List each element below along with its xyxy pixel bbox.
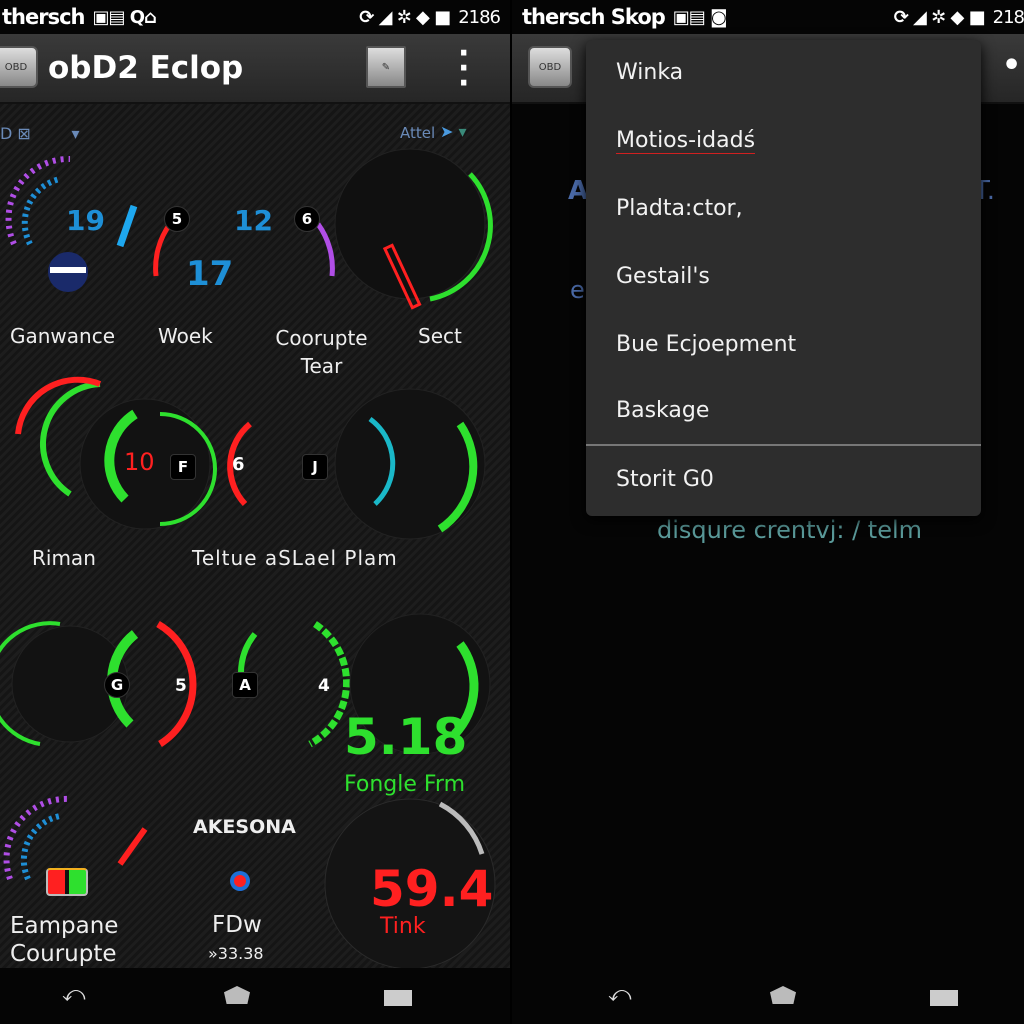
background-text: e <box>570 276 585 304</box>
gauge-arc <box>5 155 71 246</box>
status-bar-right: thersch Skop ▣▤ ◙ ⟳ ◢ ✲ ◆ ■ 218 <box>512 0 1024 34</box>
app-title: obD2 Eclop <box>48 50 244 86</box>
dashboard-panel: D ⊠ ▾ Attel ➤ ▾ 19 5 12 6 17 Ganwance Wo… <box>0 104 510 970</box>
signal-icons: ⟳ ◢ ✲ ◆ ■ <box>359 6 451 28</box>
notification-icons: ▣▤ ◙ <box>672 6 728 28</box>
gauge-value: 5 <box>164 206 190 232</box>
gauge-dial <box>334 388 486 540</box>
gauge-value: 4 <box>318 676 330 696</box>
gauge-label: Sect <box>418 324 462 348</box>
gear-indicator-icon: G <box>104 672 130 698</box>
gauge-arc <box>153 222 173 277</box>
nav-bar-left: ⤺ <box>0 968 510 1024</box>
gauge-value: 6 <box>294 206 320 232</box>
readout-value: 59.4 <box>370 860 494 918</box>
gear-indicator-icon: F <box>170 454 196 480</box>
background-text: disqure crentvj: / telm <box>657 516 923 544</box>
gauge-value: 12 <box>234 204 273 237</box>
readout-label: Tink <box>380 914 426 939</box>
section-title: AKESONA <box>193 816 296 838</box>
gauge-dial <box>334 148 486 300</box>
menu-item[interactable]: Pladta:ctor, <box>616 196 743 221</box>
gauge-arc <box>3 795 71 881</box>
recent-apps-icon[interactable] <box>384 990 412 1006</box>
gear-indicator-icon: J <box>302 454 328 480</box>
readout-label: Fongle Frm <box>344 772 466 797</box>
document-icon[interactable]: ✎ <box>366 46 406 88</box>
gauge-value: 19 <box>66 204 105 237</box>
carrier-text: thersch Skop <box>522 5 666 29</box>
recent-apps-icon[interactable] <box>930 990 958 1006</box>
gauge-arc <box>315 222 335 277</box>
signal-icons: ⟳ ◢ ✲ ◆ ■ <box>893 6 986 28</box>
menu-item[interactable]: Bue Ecjoepment <box>616 332 796 357</box>
gauge-label: Riman <box>32 546 96 570</box>
gauge-label: Ganwance <box>10 324 116 348</box>
clock: 2186 <box>458 6 501 28</box>
more-options-icon[interactable]: •• <box>1002 48 1024 83</box>
menu-divider <box>586 444 981 446</box>
app-logo-icon: OBD <box>0 46 38 88</box>
menu-item[interactable]: Winka <box>616 60 683 85</box>
home-icon[interactable] <box>770 986 796 1004</box>
nav-bar-right: ⤺ <box>512 968 1024 1024</box>
gauge-value: 17 <box>186 254 234 294</box>
more-options-icon[interactable]: · · · <box>458 39 469 99</box>
menu-item[interactable]: Gestail's <box>616 264 710 289</box>
gauge-label: FDw <box>212 912 262 938</box>
gauge-label: Coorupte Tear <box>275 326 368 378</box>
app-bar-left: OBD obD2 Eclop ✎ · · · <box>0 34 510 104</box>
gauge-label: Woek <box>158 324 213 348</box>
notification-icons: ▣▤ Q⌂ <box>92 6 157 28</box>
gauge-label: Teltue aSLael Plam <box>192 546 398 570</box>
gauge-value: 10 <box>124 448 155 476</box>
app-logo-icon: OBD <box>528 46 572 88</box>
back-icon[interactable]: ⤺ <box>62 982 86 1007</box>
gauge-arc <box>21 176 61 246</box>
status-bar-left: thersch ▣▤ Q⌂ ⟳ ◢ ✲ ◆ ■ 2186 <box>0 0 510 34</box>
status-lights-icon <box>46 868 88 896</box>
clock: 218 <box>992 6 1024 28</box>
carrier-text: thersch <box>2 5 85 29</box>
gauge-value: »33.38 <box>208 944 264 963</box>
overflow-menu: Winka Motios-idadś Pladta:ctor, Gestail'… <box>586 40 981 516</box>
gauge-label: Eampane Courupte <box>10 913 119 967</box>
gauge-value: 5 <box>175 676 187 696</box>
menu-item[interactable]: Storit G0 <box>616 467 714 492</box>
gauge-needle <box>117 827 148 866</box>
gauge-value: 6 <box>232 454 245 475</box>
menu-item[interactable]: Motios-idadś <box>616 128 756 154</box>
gauge-needle <box>116 204 138 248</box>
menu-item[interactable]: Baskage <box>616 398 709 423</box>
readout-value: 5.18 <box>344 708 468 766</box>
gear-indicator-icon: A <box>232 672 258 698</box>
back-icon[interactable]: ⤺ <box>608 982 632 1007</box>
home-icon[interactable] <box>224 986 250 1004</box>
